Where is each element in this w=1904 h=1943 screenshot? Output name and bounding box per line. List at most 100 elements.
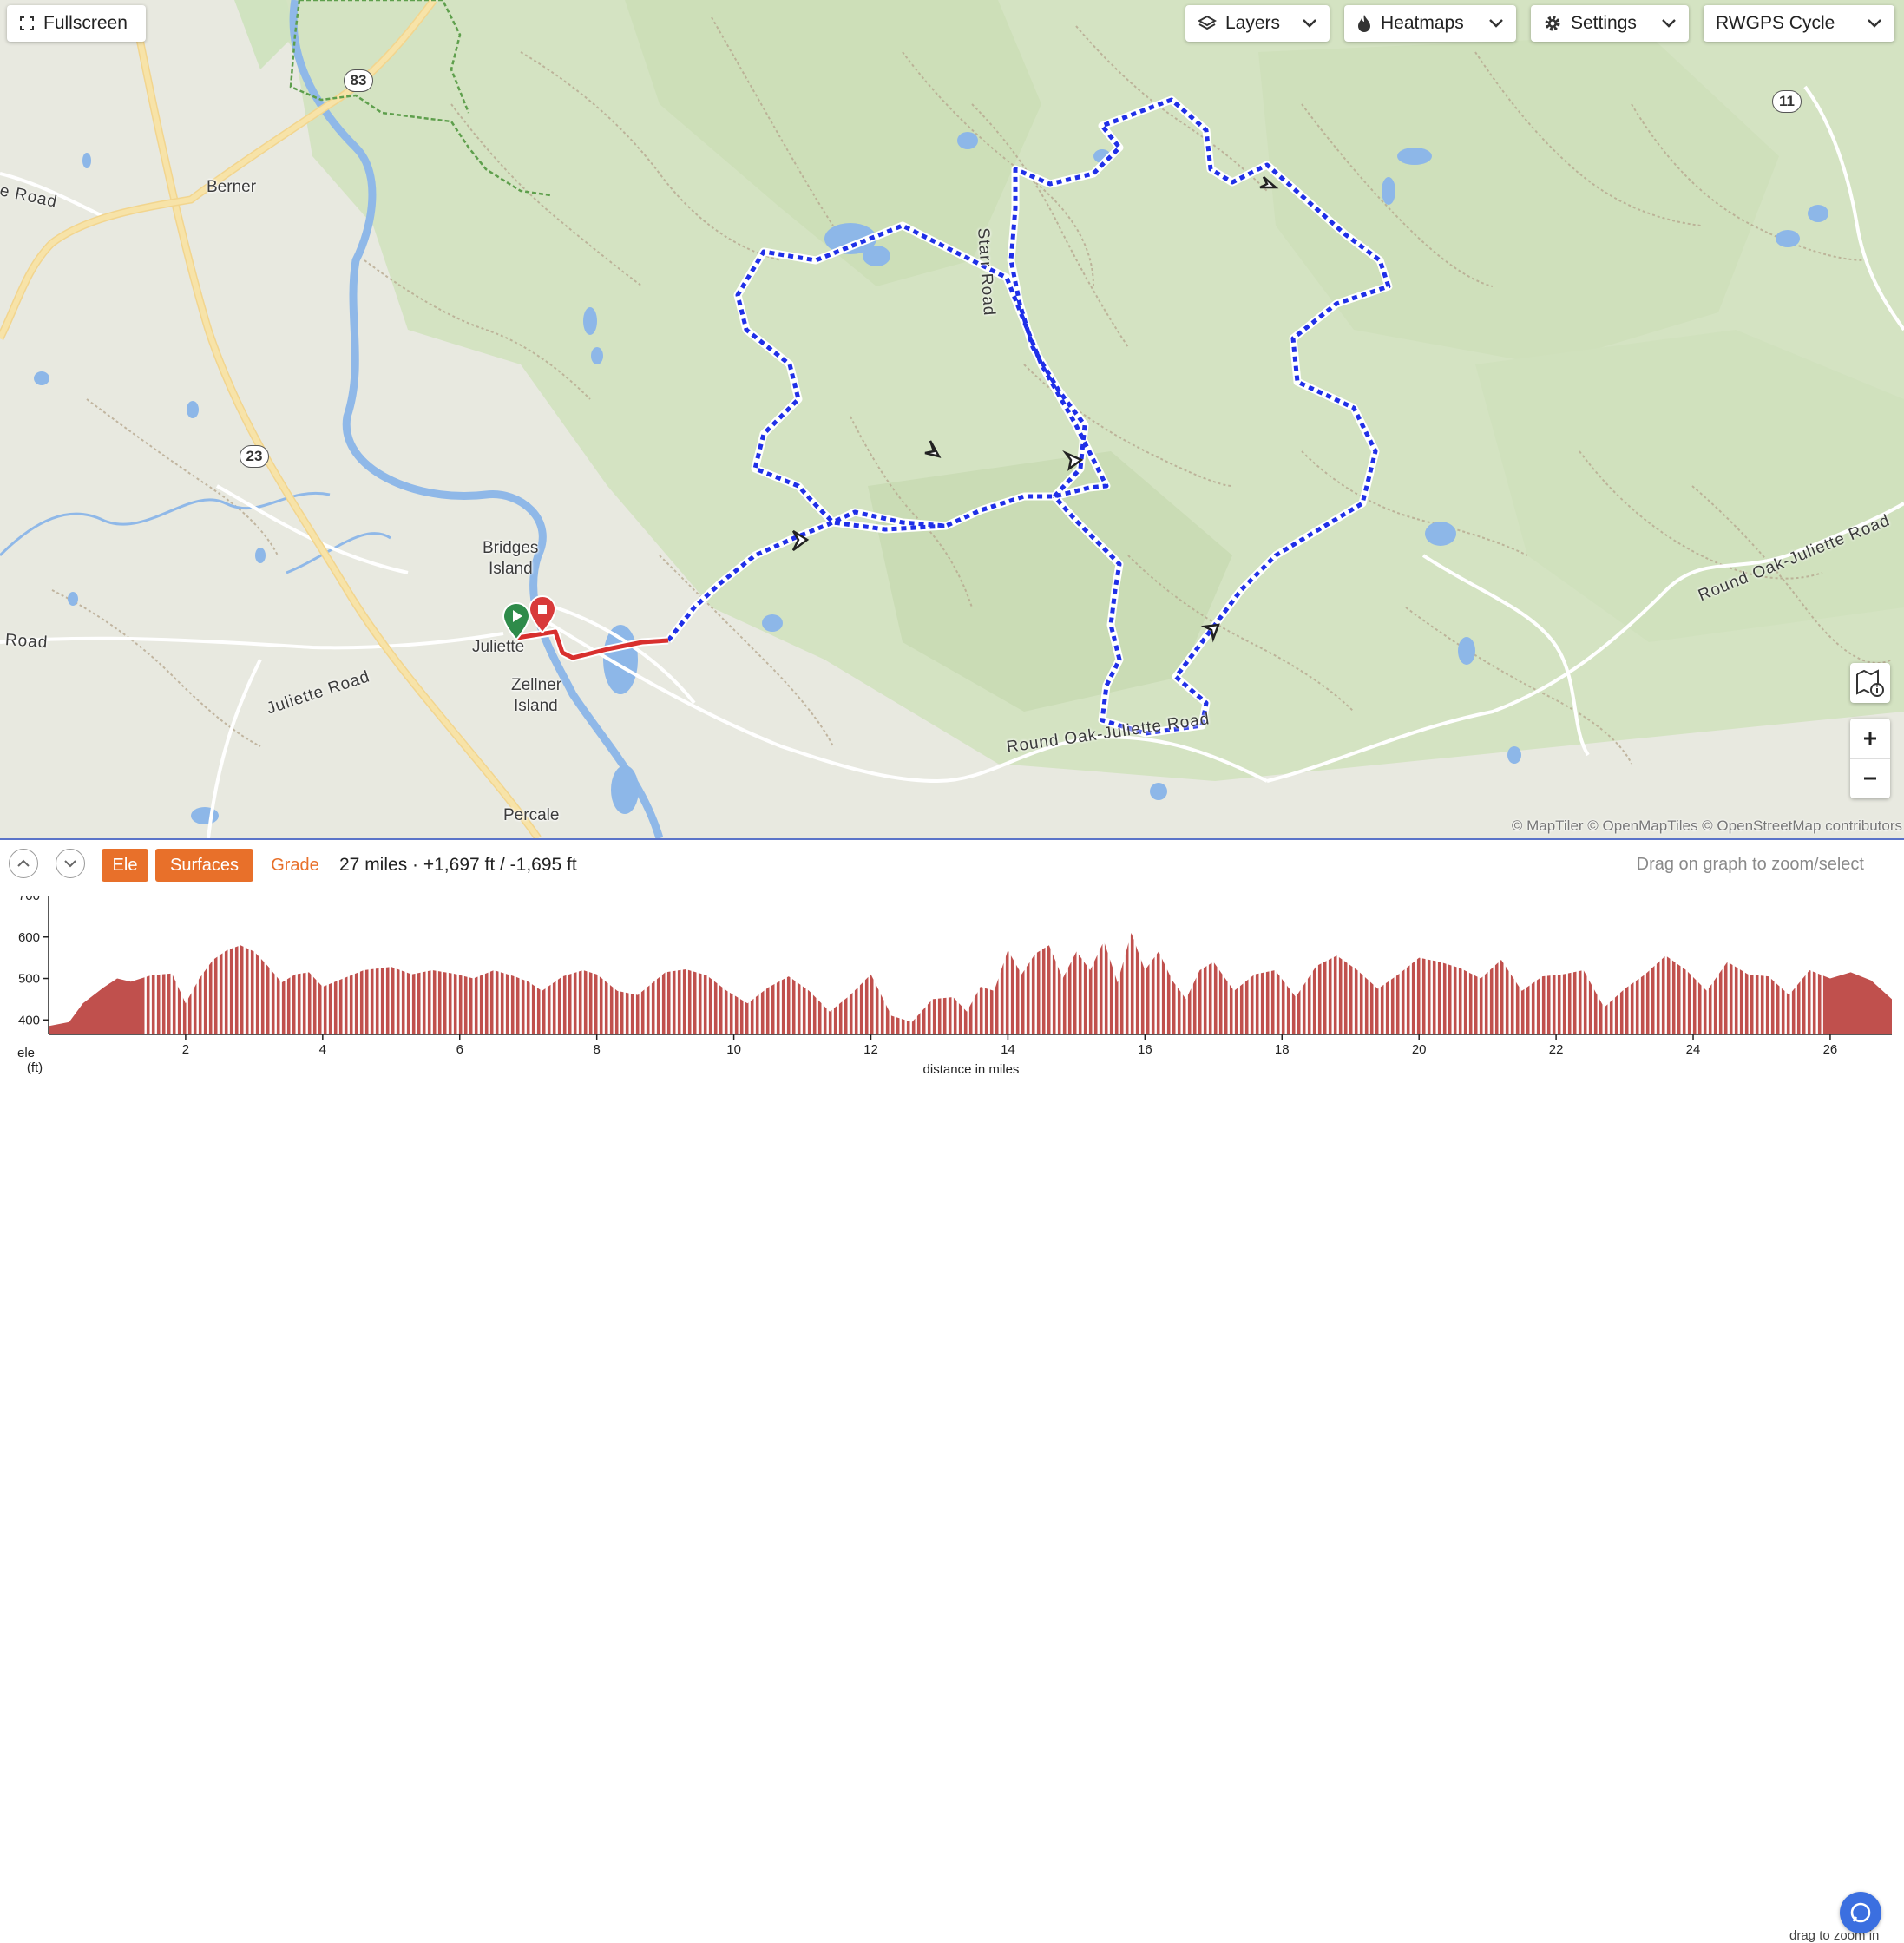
surface-stripe — [1441, 896, 1443, 1034]
zoom-out-button[interactable] — [1850, 759, 1890, 799]
collapse-panel-button[interactable] — [56, 849, 85, 878]
surface-stripe — [722, 896, 725, 1034]
surface-stripe — [1029, 896, 1032, 1034]
map-style-select[interactable]: RWGPS Cycle — [1704, 5, 1894, 42]
surface-stripe — [514, 896, 516, 1034]
surface-stripe — [1175, 896, 1178, 1034]
surface-stripe — [686, 896, 688, 1034]
tab-grade[interactable]: Grade — [260, 849, 330, 882]
x-tick-label: 10 — [726, 1042, 741, 1057]
surface-stripe — [1081, 896, 1084, 1034]
layers-icon — [1198, 15, 1217, 30]
surface-stripe — [436, 896, 438, 1034]
surface-stripe — [1472, 896, 1474, 1034]
surface-stripe — [358, 896, 360, 1034]
flame-icon — [1358, 15, 1370, 32]
gear-icon — [1545, 16, 1560, 31]
surface-stripe — [774, 896, 777, 1034]
surface-stripe — [581, 896, 584, 1034]
tab-ele[interactable]: Ele — [102, 849, 148, 882]
surface-stripe — [1701, 896, 1704, 1034]
surface-stripe — [1795, 896, 1797, 1034]
map-attribution[interactable]: © MapTiler © OpenMapTiles © OpenStreetMa… — [1512, 817, 1904, 835]
fullscreen-button[interactable]: Fullscreen — [7, 5, 146, 42]
surface-stripe — [1566, 896, 1568, 1034]
surface-stripe — [894, 896, 896, 1034]
surface-stripe — [1326, 896, 1329, 1034]
road-label-left-mid: Road — [4, 631, 49, 653]
surface-stripe — [425, 896, 428, 1034]
surface-stripe — [758, 896, 761, 1034]
surface-stripe — [1133, 896, 1136, 1034]
surface-stripe — [1222, 896, 1224, 1034]
surface-stripe — [1232, 896, 1235, 1034]
end-marker[interactable] — [528, 595, 557, 634]
surface-stripe — [670, 896, 673, 1034]
surface-stripe — [238, 896, 240, 1034]
place-label-percale: Percale — [503, 806, 560, 824]
surface-stripe — [1300, 896, 1303, 1034]
start-marker-icon — [502, 602, 531, 641]
surface-stripe — [665, 896, 667, 1034]
surface-stripe — [1290, 896, 1292, 1034]
surface-stripe — [227, 896, 230, 1034]
elevation-chart[interactable]: 400500600700 2 4 6 8 10 12 14 16 18 20 22 24 26 ele … — [0, 896, 1904, 1107]
surface-stripe — [1628, 896, 1631, 1034]
surface-stripe — [352, 896, 355, 1034]
surface-stripe — [561, 896, 563, 1034]
surface-stripe — [1014, 896, 1016, 1034]
surface-stripe — [1560, 896, 1563, 1034]
surface-stripe — [264, 896, 266, 1034]
surface-stripe — [399, 896, 402, 1034]
surface-stripe — [1659, 896, 1662, 1034]
surface-stripe — [1717, 896, 1719, 1034]
surface-stripe — [1389, 896, 1391, 1034]
chevron-up-icon — [17, 859, 30, 867]
surface-stripe — [503, 896, 506, 1034]
surface-stripe — [488, 896, 490, 1034]
route-shield-11: 11 — [1772, 90, 1802, 113]
chevron-down-icon — [1489, 19, 1503, 28]
surface-stripe — [1066, 896, 1068, 1034]
place-label-bridges-island: Bridges — [483, 539, 539, 557]
start-marker[interactable] — [502, 602, 531, 641]
surface-stripe — [524, 896, 527, 1034]
surface-stripe — [1409, 896, 1412, 1034]
surface-stripe — [982, 896, 985, 1034]
surface-stripe — [222, 896, 225, 1034]
expand-panel-button[interactable] — [9, 849, 38, 878]
surface-stripe — [368, 896, 371, 1034]
surface-stripe — [1675, 896, 1677, 1034]
surface-stripe — [498, 896, 501, 1034]
heatmaps-button[interactable]: Heatmaps — [1344, 5, 1516, 42]
surface-stripe — [1087, 896, 1089, 1034]
surface-stripe — [566, 896, 568, 1034]
zoom-in-button[interactable] — [1850, 719, 1890, 759]
surface-stripe — [342, 896, 345, 1034]
surface-stripe — [972, 896, 975, 1034]
surface-stripe — [842, 896, 844, 1034]
surface-stripe — [738, 896, 740, 1034]
surface-stripe — [290, 896, 292, 1034]
layers-button[interactable]: Layers — [1185, 5, 1330, 42]
surface-stripe — [1378, 896, 1381, 1034]
surface-stripe — [634, 896, 636, 1034]
surface-stripe — [248, 896, 251, 1034]
surface-stripe — [909, 896, 912, 1034]
surface-stripe — [1732, 896, 1735, 1034]
settings-button[interactable]: Settings — [1531, 5, 1689, 42]
surface-stripe — [1503, 896, 1506, 1034]
surface-stripe — [607, 896, 610, 1034]
map-info-button[interactable] — [1850, 663, 1890, 703]
map-view[interactable]: Berner Bridges Island Juliette Zellner I… — [0, 0, 1904, 838]
surface-stripe — [1524, 896, 1526, 1034]
fullscreen-label: Fullscreen — [43, 13, 128, 33]
chat-help-button[interactable] — [1840, 1892, 1881, 1933]
surface-stripe — [1394, 896, 1396, 1034]
x-tick-label: 26 — [1823, 1042, 1838, 1057]
surface-stripe — [1373, 896, 1375, 1034]
tab-surfaces[interactable]: Surfaces — [155, 849, 253, 882]
surface-stripe — [149, 896, 152, 1034]
fullscreen-icon — [20, 16, 34, 30]
surface-stripe — [1139, 896, 1141, 1034]
